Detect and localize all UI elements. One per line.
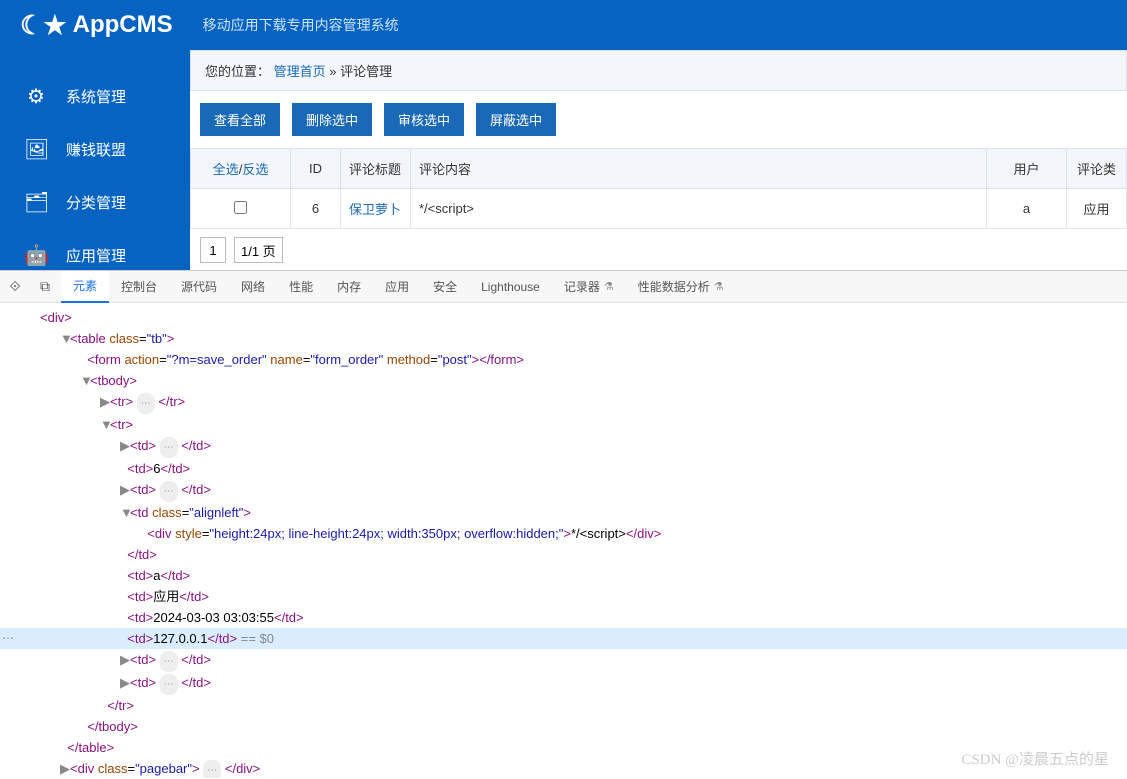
dom-node[interactable]: </tr> (0, 695, 1127, 716)
breadcrumb: 您的位置： 管理首页 » 评论管理 (190, 50, 1127, 91)
tab-console[interactable]: 控制台 (109, 271, 169, 303)
tab-memory[interactable]: 内存 (325, 271, 373, 303)
tab-sources[interactable]: 源代码 (169, 271, 229, 303)
tab-elements[interactable]: 元素 (61, 271, 109, 303)
sidebar-item-label: 赚钱联盟 (66, 139, 126, 160)
comments-table: 全选/反选 ID 评论标题 评论内容 用户 评论类 6 保卫萝卜 */<scri… (190, 148, 1127, 229)
breadcrumb-prefix: 您的位置： (205, 64, 270, 79)
pager: 1 1/1 页 (190, 229, 1127, 271)
dom-node[interactable]: </table> (0, 737, 1127, 758)
devtools-dom-tree[interactable]: <div> ▼<table class="tb"> <form action="… (0, 303, 1127, 778)
beta-icon: ⚗ (714, 280, 724, 293)
dom-node[interactable]: <form action="?m=save_order" name="form_… (0, 349, 1127, 370)
toolbar: 查看全部 删除选中 审核选中 屏蔽选中 (190, 91, 1127, 148)
folder-icon: 🗂 (24, 190, 48, 215)
dom-node[interactable]: ▶<div class="pagebar"> ⋯ </div> (0, 758, 1127, 778)
dom-node[interactable]: ▼<tbody> (0, 370, 1127, 391)
sidebar-item-category[interactable]: 🗂 分类管理 (0, 176, 190, 229)
dom-node-selected[interactable]: ⋯ <td>127.0.0.1</td> == $0 (0, 628, 1127, 649)
app-subtitle: 移动应用下载专用内容管理系统 (203, 15, 399, 35)
select-invert-link[interactable]: 反选 (242, 162, 268, 177)
dom-node[interactable]: <div> (0, 307, 1127, 328)
dom-node[interactable]: <div style="height:24px; line-height:24p… (0, 523, 1127, 544)
dom-node[interactable]: <td>a</td> (0, 565, 1127, 586)
main-content: 您的位置： 管理首页 » 评论管理 查看全部 删除选中 审核选中 屏蔽选中 全选… (190, 50, 1127, 270)
cell-id: 6 (291, 189, 341, 229)
col-id: ID (291, 149, 341, 189)
tab-security[interactable]: 安全 (421, 271, 469, 303)
dom-node[interactable]: ▼<td class="alignleft"> (0, 502, 1127, 523)
sidebar-item-system[interactable]: ⚙ 系统管理 (0, 70, 190, 123)
col-type: 评论类 (1067, 149, 1127, 189)
dom-node[interactable]: <td>2024-03-03 03:03:55</td> (0, 607, 1127, 628)
dom-node[interactable]: ▶<td> ⋯ </td> (0, 672, 1127, 695)
moon-icon: ☾★ (20, 10, 67, 41)
sidebar: ⚙ 系统管理 🖼 赚钱联盟 🗂 分类管理 🤖 应用管理 (0, 50, 190, 270)
breadcrumb-home-link[interactable]: 管理首页 (274, 64, 326, 79)
watermark: CSDN @凌晨五点的星 (961, 748, 1109, 769)
dom-node[interactable]: <td>6</td> (0, 458, 1127, 479)
sidebar-item-label: 应用管理 (66, 245, 126, 266)
pager-total: 1/1 页 (234, 237, 283, 263)
dom-node[interactable]: ▶<td> ⋯ </td> (0, 435, 1127, 458)
beta-icon: ⚗ (604, 280, 614, 293)
image-icon: 🖼 (24, 137, 48, 162)
delete-selected-button[interactable]: 删除选中 (292, 103, 372, 136)
col-content: 评论内容 (411, 149, 987, 189)
row-checkbox[interactable] (234, 201, 247, 214)
device-icon[interactable]: ⧉ (30, 278, 60, 295)
block-selected-button[interactable]: 屏蔽选中 (476, 103, 556, 136)
sidebar-item-label: 分类管理 (66, 192, 126, 213)
breadcrumb-current: 评论管理 (340, 64, 392, 79)
tab-recorder[interactable]: 记录器 ⚗ (552, 271, 626, 303)
devtools-tabs: ⟐ ⧉ 元素 控制台 源代码 网络 性能 内存 应用 安全 Lighthouse… (0, 271, 1127, 303)
approve-selected-button[interactable]: 审核选中 (384, 103, 464, 136)
dom-node[interactable]: ▶<td> ⋯ </td> (0, 649, 1127, 672)
table-row: 6 保卫萝卜 */<script> a 应用 (191, 189, 1127, 229)
inspect-icon[interactable]: ⟐ (0, 278, 30, 295)
select-all-link[interactable]: 全选 (213, 162, 239, 177)
cell-title-link[interactable]: 保卫萝卜 (349, 202, 401, 217)
tab-network[interactable]: 网络 (229, 271, 277, 303)
overflow-icon: ⋯ (2, 628, 14, 649)
dom-node[interactable]: <td>应用</td> (0, 586, 1127, 607)
tab-application[interactable]: 应用 (373, 271, 421, 303)
breadcrumb-sep: » (329, 64, 340, 79)
view-all-button[interactable]: 查看全部 (200, 103, 280, 136)
sidebar-item-label: 系统管理 (66, 86, 126, 107)
col-title: 评论标题 (341, 149, 411, 189)
dom-node[interactable]: ▼<table class="tb"> (0, 328, 1127, 349)
tab-lighthouse[interactable]: Lighthouse (469, 271, 552, 303)
cell-type: 应用 (1067, 189, 1127, 229)
dom-node[interactable]: </td> (0, 544, 1127, 565)
gear-icon: ⚙ (24, 84, 48, 109)
app-header: ☾★ AppCMS 移动应用下载专用内容管理系统 (0, 0, 1127, 50)
tab-perf-insights[interactable]: 性能数据分析 ⚗ (626, 271, 736, 303)
logo-text: AppCMS (73, 11, 173, 39)
pager-current[interactable]: 1 (200, 237, 226, 263)
tab-performance[interactable]: 性能 (277, 271, 325, 303)
cell-user: a (987, 189, 1067, 229)
col-user: 用户 (987, 149, 1067, 189)
cell-content: */<script> (411, 189, 987, 229)
dom-node[interactable]: </tbody> (0, 716, 1127, 737)
dom-node[interactable]: ▼<tr> (0, 414, 1127, 435)
sidebar-item-alliance[interactable]: 🖼 赚钱联盟 (0, 123, 190, 176)
app-logo: ☾★ AppCMS (20, 10, 173, 41)
dom-node[interactable]: ▶<tr> ⋯ </tr> (0, 391, 1127, 414)
android-icon: 🤖 (24, 243, 48, 268)
devtools-panel: ⟐ ⧉ 元素 控制台 源代码 网络 性能 内存 应用 安全 Lighthouse… (0, 270, 1127, 778)
dom-node[interactable]: ▶<td> ⋯ </td> (0, 479, 1127, 502)
